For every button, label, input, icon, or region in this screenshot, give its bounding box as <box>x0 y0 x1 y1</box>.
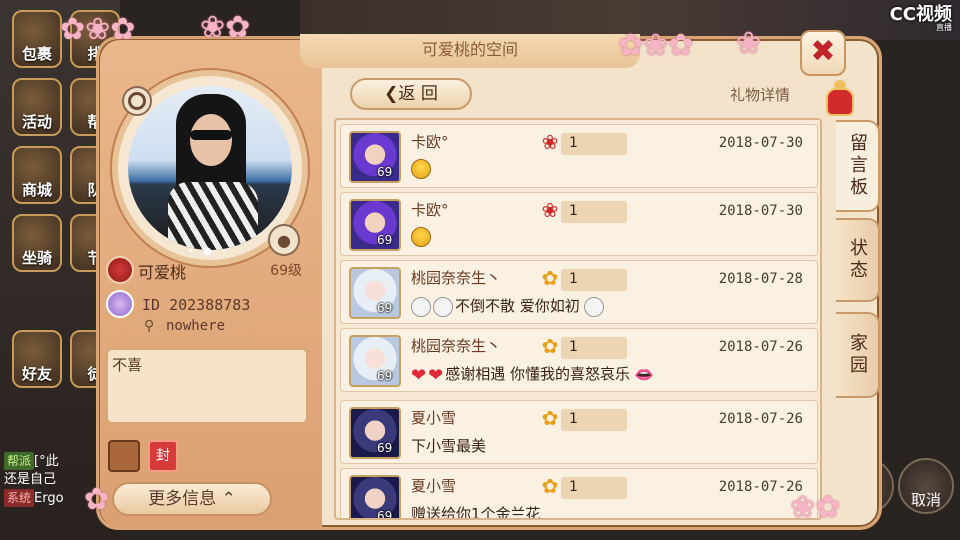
heart-emoji-icon: ❤ <box>428 364 444 386</box>
gift-quantity: 1 <box>569 271 578 287</box>
player-name: 可爱桃 <box>138 263 187 282</box>
blossom-decoration: ❀✿ <box>200 10 251 45</box>
camera-icon[interactable] <box>122 86 152 116</box>
angry-emoji-icon <box>411 227 431 247</box>
signature-box[interactable]: 不喜 <box>106 348 308 424</box>
message-date: 2018-07-30 <box>718 135 803 151</box>
person-icon[interactable]: ● <box>268 224 300 256</box>
watermark: CC视频 直播 <box>889 4 952 32</box>
message-row[interactable]: 69 夏小雪 ✿ 1 2018-07-26 下小雪最美 <box>340 400 818 464</box>
message-row[interactable]: 69 卡欧° ❀ 1 2018-07-30 <box>340 124 818 188</box>
rabbit-emoji-icon <box>411 296 431 317</box>
panel-title: 可爱桃的空间 <box>300 34 640 68</box>
hud-button-activity[interactable]: 活动 <box>12 78 62 136</box>
gift-quantity: 1 <box>569 135 578 151</box>
close-button[interactable]: ✖ <box>800 30 846 76</box>
sender-level: 69 <box>377 509 393 520</box>
blossom-decoration: ✿❀✿ <box>60 12 136 47</box>
gift-detail-link[interactable]: 礼物详情 <box>730 84 790 105</box>
message-text: 赠送给你1个金兰花 <box>411 505 541 520</box>
gift-quantity: 1 <box>569 339 578 355</box>
blossom-decoration: ❀✿ <box>790 490 841 525</box>
sender-level: 69 <box>377 233 393 247</box>
flower-icon: ✿ <box>541 266 559 290</box>
gift-quantity: 1 <box>569 479 578 495</box>
sender-name[interactable]: 卡欧° <box>411 199 449 220</box>
sender-name[interactable]: 桃园奈奈生丶 <box>411 267 501 288</box>
rabbit-emoji-icon <box>433 296 453 317</box>
message-text: 感谢相遇 你懂我的喜怒哀乐 <box>445 365 630 383</box>
sender-name[interactable]: 桃园奈奈生丶 <box>411 335 501 356</box>
sender-name[interactable]: 夏小雪 <box>411 407 456 428</box>
location-pin-icon: ⚲ <box>144 318 155 334</box>
gift-quantity: 1 <box>569 203 578 219</box>
message-content: ❤ ❤ 感谢相遇 你懂我的喜怒哀乐 👄 <box>411 363 656 386</box>
rabbit-emoji-icon <box>583 296 604 317</box>
flower-icon: ✿ <box>541 474 559 498</box>
sender-name[interactable]: 卡欧° <box>411 131 449 152</box>
blossom-decoration: ✿❀✿ <box>618 28 694 63</box>
hud-button-bag[interactable]: 包裹 <box>12 10 62 68</box>
signature-text: 不喜 <box>112 356 143 374</box>
gift-quantity: 1 <box>569 411 578 427</box>
message-row[interactable]: 69 夏小雪 ✿ 1 2018-07-26 赠送给你1个金兰花 <box>340 468 818 520</box>
message-date: 2018-07-28 <box>718 271 803 287</box>
sender-avatar[interactable] <box>349 475 401 518</box>
avatar[interactable] <box>128 86 292 250</box>
sender-level: 69 <box>377 369 393 383</box>
sender-avatar[interactable] <box>349 131 401 183</box>
message-content: 下小雪最美 <box>411 435 490 456</box>
message-row[interactable]: 69 卡欧° ❀ 1 2018-07-30 <box>340 192 818 256</box>
message-content: 赠送给你1个金兰花 <box>411 503 545 520</box>
player-level: 69级 <box>270 263 302 279</box>
sender-avatar[interactable] <box>349 267 401 319</box>
rose-icon: ❀ <box>541 130 559 154</box>
blossom-decoration: ❀ <box>736 26 762 61</box>
message-text: 不倒不散 爱你如初 <box>455 297 580 315</box>
treasure-box-icon[interactable] <box>108 440 140 472</box>
sender-level: 69 <box>377 301 393 315</box>
player-id: ID 202388783 <box>142 296 251 314</box>
message-text: 下小雪最美 <box>411 437 487 455</box>
message-date: 2018-07-26 <box>718 411 803 427</box>
more-info-button[interactable]: 更多信息 ⌃ <box>112 482 272 516</box>
blossom-decoration: ✿ <box>84 482 110 517</box>
sender-avatar[interactable] <box>349 407 401 459</box>
angry-emoji-icon <box>411 159 431 179</box>
id-badge-icon <box>106 290 134 318</box>
rose-badge-icon <box>106 256 134 284</box>
flower-icon: ✿ <box>541 406 559 430</box>
message-content <box>411 159 433 179</box>
message-content: 不倒不散 爱你如初 <box>411 295 606 317</box>
message-row[interactable]: 69 桃园奈奈生丶 ✿ 1 2018-07-28 不倒不散 爱你如初 <box>340 260 818 324</box>
back-button[interactable]: ❮返 回 <box>350 78 472 110</box>
sender-avatar[interactable] <box>349 199 401 251</box>
sender-level: 69 <box>377 441 393 455</box>
player-location: nowhere <box>166 318 226 334</box>
rose-icon: ❀ <box>541 198 559 222</box>
tab-home[interactable]: 家园 <box>836 312 880 398</box>
heart-emoji-icon: ❤ <box>411 364 427 386</box>
name-row: 可爱桃 69级 <box>106 256 306 284</box>
sender-name[interactable]: 夏小雪 <box>411 475 456 496</box>
hud-button-shop[interactable]: 商城 <box>12 146 62 204</box>
tab-message-board[interactable]: 留言板 <box>836 120 880 212</box>
message-row[interactable]: 69 桃园奈奈生丶 ✿ 1 2018-07-26 ❤ ❤ 感谢相遇 你懂我的喜怒哀乐 👄 <box>340 328 818 392</box>
gift-bag-icon[interactable] <box>820 76 860 120</box>
lips-emoji-icon: 👄 <box>633 364 654 384</box>
sender-level: 69 <box>377 165 393 179</box>
sender-avatar[interactable] <box>349 335 401 387</box>
hud-button-friends[interactable]: 好友 <box>12 330 62 388</box>
hud-button-mount[interactable]: 坐骑 <box>12 214 62 272</box>
cancel-button[interactable]: 取消 <box>898 458 954 514</box>
red-envelope-icon[interactable]: 封 <box>148 440 178 472</box>
message-date: 2018-07-30 <box>718 203 803 219</box>
tab-status[interactable]: 状态 <box>836 218 880 302</box>
message-date: 2018-07-26 <box>718 339 803 355</box>
message-board-list[interactable]: 69 卡欧° ❀ 1 2018-07-30 69 卡欧° ❀ 1 2018-07-30 69 桃园奈奈… <box>334 118 822 520</box>
message-content <box>411 227 433 247</box>
flower-icon: ✿ <box>541 334 559 358</box>
